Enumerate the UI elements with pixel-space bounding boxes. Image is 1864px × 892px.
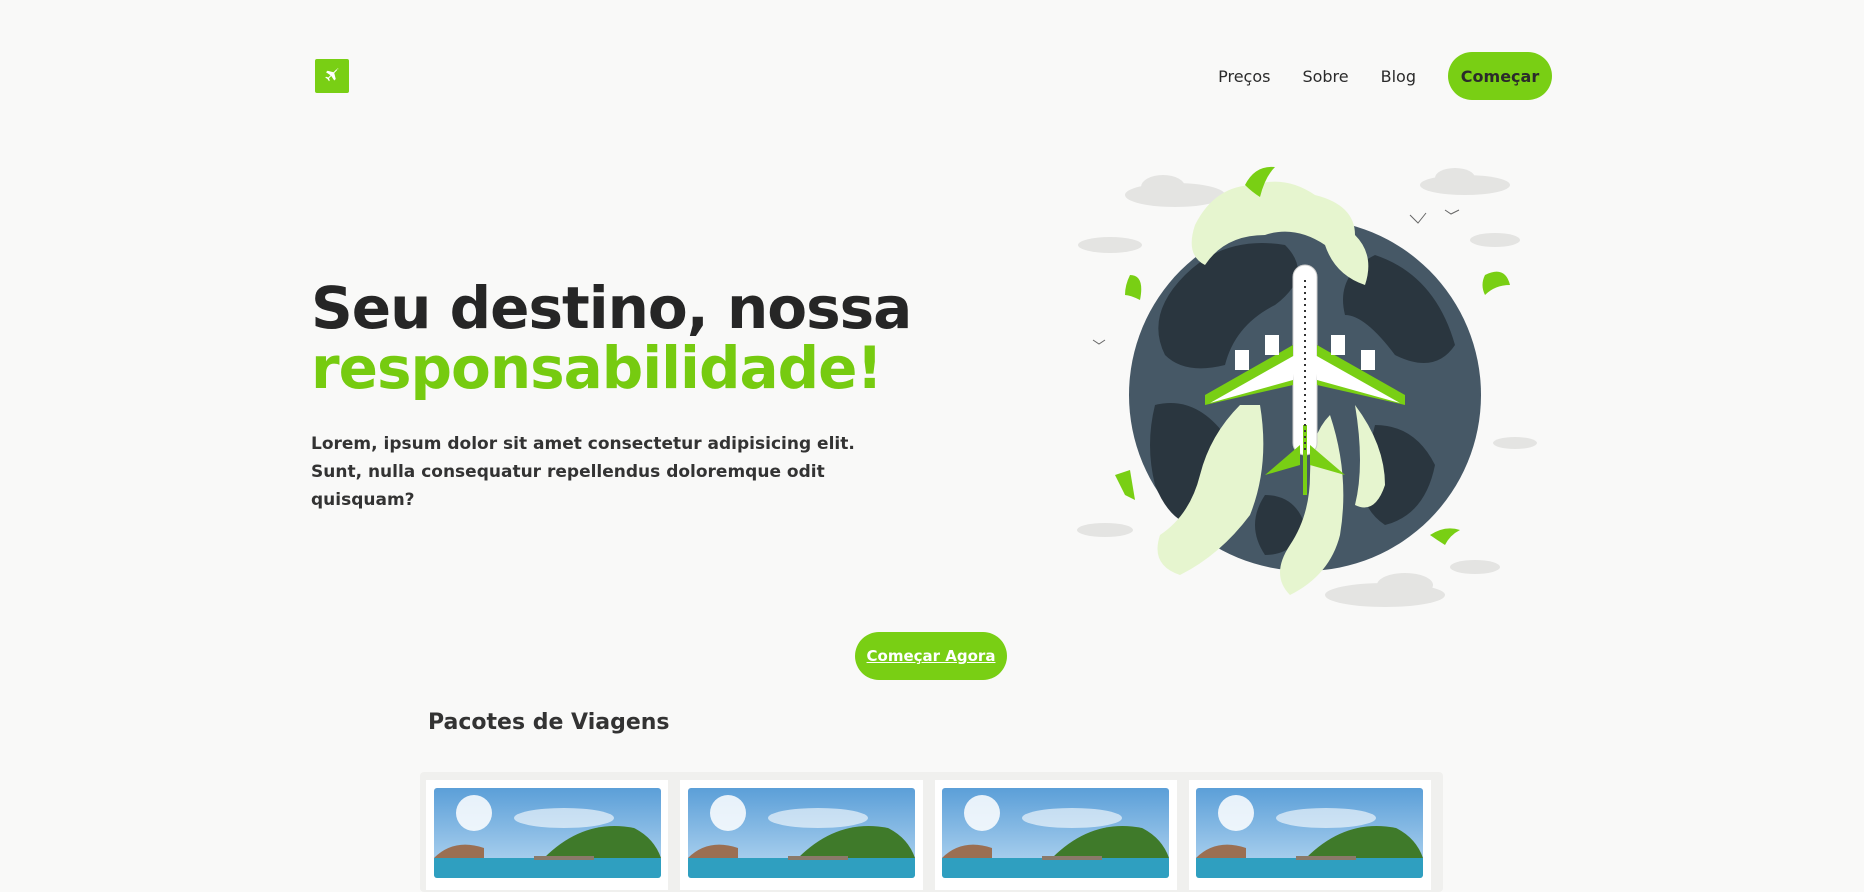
comecar-agora-button[interactable]: Começar Agora [855, 632, 1007, 680]
comecar-button[interactable]: Começar [1448, 52, 1552, 100]
plane-icon [325, 67, 339, 82]
beach-pier-photo [1196, 788, 1424, 878]
hero-subtitle-line1: Lorem, ipsum dolor sit amet consectetur … [311, 434, 855, 454]
main-nav: Preços Sobre Blog Começar [1218, 52, 1552, 100]
packages-title: Pacotes de Viagens [428, 710, 670, 735]
package-card[interactable] [680, 780, 923, 890]
package-card[interactable] [426, 780, 669, 890]
package-card[interactable] [1188, 780, 1431, 890]
beach-pier-photo [687, 788, 915, 878]
beach-pier-photo [433, 788, 661, 878]
nav-sobre[interactable]: Sobre [1302, 67, 1348, 86]
logo[interactable] [315, 59, 349, 93]
nav-precos[interactable]: Preços [1218, 67, 1270, 86]
beach-pier-photo [942, 788, 1170, 878]
hero-subtitle-line2: Sunt, nulla consequatur repellendus dolo… [311, 462, 825, 510]
airplane-over-globe-illustration [1077, 166, 1537, 607]
hero-title-line1: Seu destino, nossa [311, 274, 912, 342]
packages-list [420, 772, 1443, 892]
nav-blog[interactable]: Blog [1381, 67, 1416, 86]
package-card[interactable] [934, 780, 1177, 890]
hero-subtitle: Lorem, ipsum dolor sit amet consectetur … [311, 430, 911, 514]
hero-title-line2: responsabilidade! [311, 334, 883, 402]
hero-title: Seu destino, nossa responsabilidade! [311, 278, 912, 402]
